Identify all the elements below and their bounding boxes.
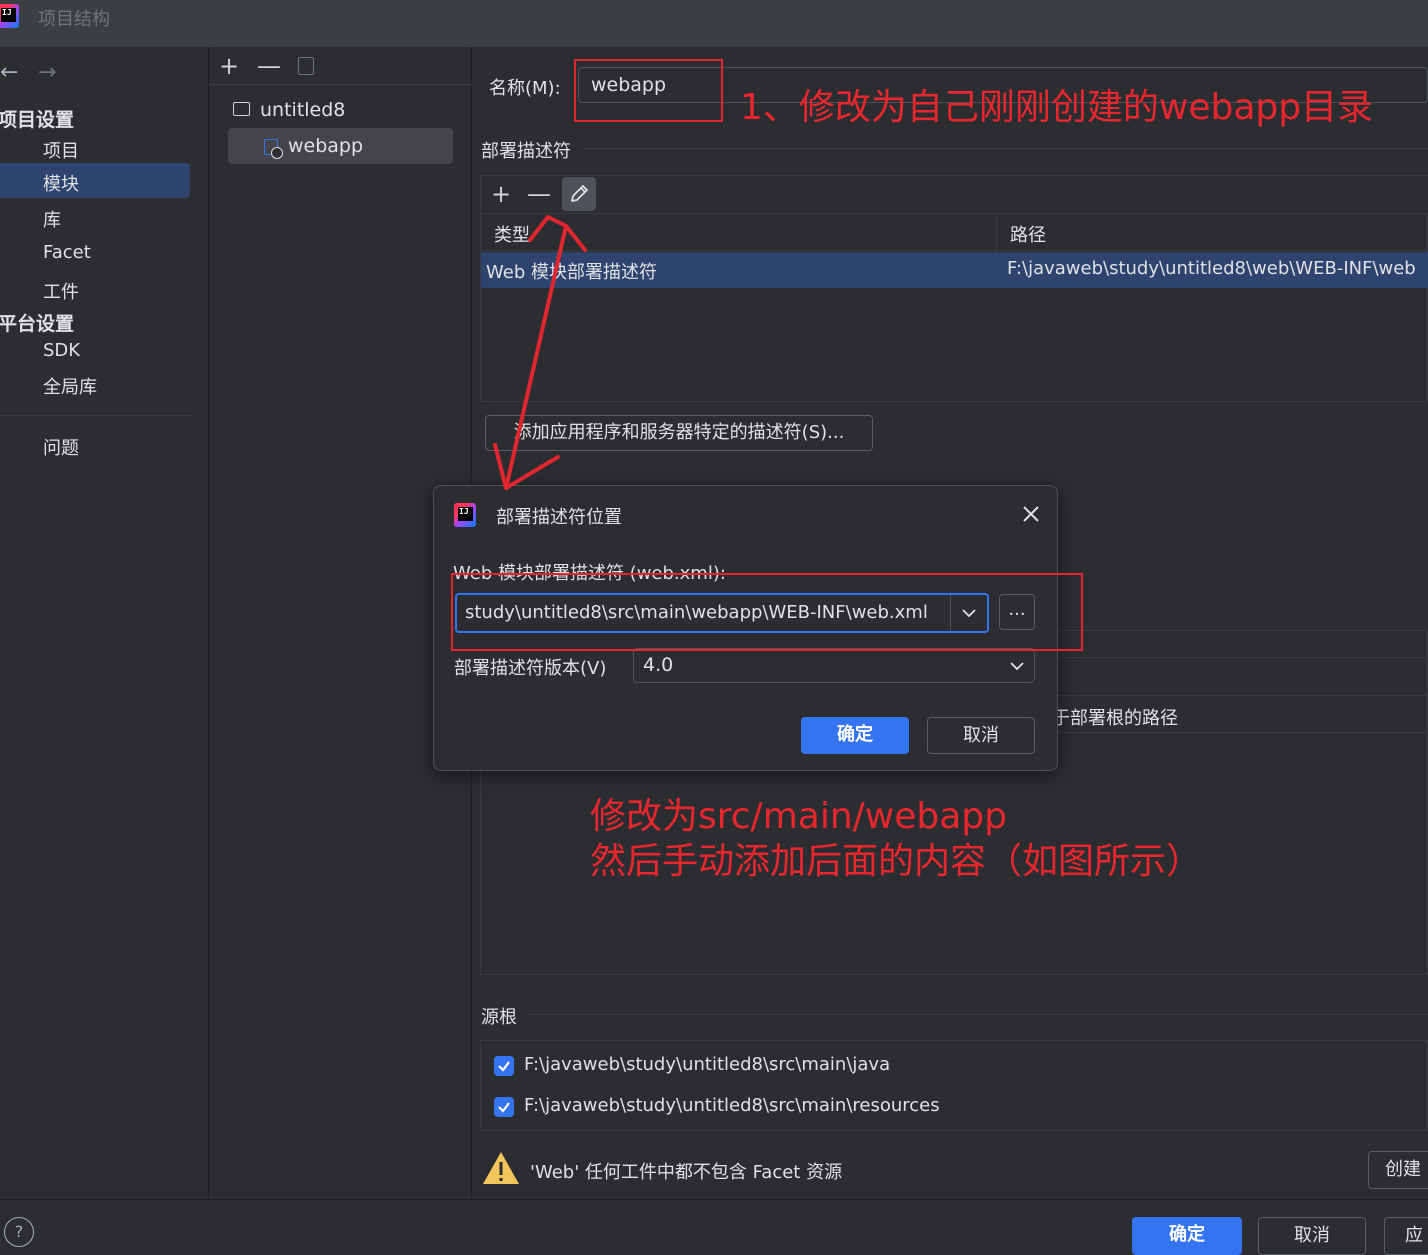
warning-icon [481,1150,521,1190]
panel-divider-3 [1058,732,1428,733]
project-settings-header: 项目设置 [0,109,75,131]
source-roots-title: 源根 [481,1007,517,1028]
deployment-descriptors-title: 部署描述符 [481,141,571,162]
sidebar-item-global-libraries[interactable]: 全局库 [43,373,97,399]
sidebar-item-sdk[interactable]: SDK [43,340,80,361]
edit-descriptor-icon[interactable] [562,177,596,211]
sidebar-item-facets[interactable]: Facet [43,242,91,263]
add-icon[interactable]: + [219,52,239,80]
annotation-box-name [574,59,723,122]
annotation-note-2-line-1: 修改为src/main/webapp [590,796,1007,837]
sidebar-item-libraries[interactable]: 库 [43,206,61,232]
window-title: 项目结构 [38,9,110,30]
copy-icon[interactable] [298,57,314,75]
dialog-cancel-button[interactable]: 取消 [927,717,1035,754]
source-root-java: F:\javaweb\study\untitled8\src\main\java [524,1054,891,1075]
footer-ok-button[interactable]: 确定 [1132,1217,1242,1255]
source-root-resources: F:\javaweb\study\untitled8\src\main\reso… [524,1095,940,1116]
sidebar-item-artifacts[interactable]: 工件 [43,278,79,304]
source-root-checkbox-java[interactable] [494,1056,514,1076]
title-bar [0,0,1428,47]
descriptor-version-value: 4.0 [643,654,674,676]
dialog-intellij-logo-icon: IJ [454,503,476,527]
annotation-note-2-line-2: 然后手动添加后面的内容（如图所示） [590,841,1203,882]
source-roots-divider [528,1014,1428,1015]
create-artifact-button[interactable]: 创建 [1368,1151,1428,1189]
panel-divider-1 [1058,657,1428,658]
web-module-icon [264,139,283,159]
sidebar-item-project[interactable]: 项目 [43,137,79,163]
descriptor-version-select[interactable]: 4.0 [633,648,1035,683]
panel-divider-2 [1058,695,1428,696]
tree-node-untitled8[interactable]: untitled8 [260,99,345,121]
folder-icon [233,102,250,116]
footer-cancel-button[interactable]: 取消 [1258,1217,1366,1255]
source-root-checkbox-resources[interactable] [494,1097,514,1117]
settings-sidebar [0,47,209,1200]
dialog-ok-button[interactable]: 确定 [801,717,909,754]
version-chevron-down-icon [1010,662,1024,671]
descriptors-title-divider [584,148,1428,149]
cell-descriptor-path: F:\javaweb\study\untitled8\web\WEB-INF\w… [1007,258,1416,279]
help-icon[interactable]: ? [4,1217,34,1247]
intellij-logo-icon: IJ [0,4,19,28]
add-server-descriptor-button[interactable]: 添加应用程序和服务器特定的描述符(S)... [485,415,873,451]
dialog-title: 部署描述符位置 [496,507,622,528]
sidebar-item-modules[interactable]: 模块 [43,170,79,196]
sidebar-selection-highlight [0,163,190,198]
platform-settings-header: 平台设置 [0,313,75,335]
back-arrow-icon[interactable]: ← [0,60,18,85]
forward-arrow-icon[interactable]: → [38,60,56,85]
column-header-type[interactable]: 类型 [494,221,530,247]
close-icon[interactable] [1020,503,1042,529]
descriptor-version-label: 部署描述符版本(V) [454,658,607,679]
remove-descriptor-icon[interactable]: — [522,178,556,212]
warning-text: 'Web' 任何工件中都不包含 Facet 资源 [530,1162,843,1183]
add-descriptor-icon[interactable]: + [484,178,518,212]
remove-icon[interactable]: — [257,52,281,80]
descriptors-table-toolbar [481,176,1428,214]
cell-descriptor-type: Web 模块部署描述符 [486,262,657,283]
annotation-box-descriptor-path [451,573,1083,651]
footer-apply-button[interactable]: 应 [1384,1217,1428,1255]
table-header-row [481,214,1428,251]
tree-toolbar-divider [209,84,472,85]
relative-path-header: 于部署根的路径 [1052,708,1178,729]
name-label: 名称(M): [489,78,561,99]
sidebar-item-problems[interactable]: 问题 [43,434,79,460]
column-header-path[interactable]: 路径 [1010,221,1046,247]
tree-node-webapp[interactable]: webapp [288,135,363,157]
sidebar-divider [0,415,190,416]
annotation-note-1: 1、修改为自己刚刚创建的webapp目录 [740,87,1374,128]
